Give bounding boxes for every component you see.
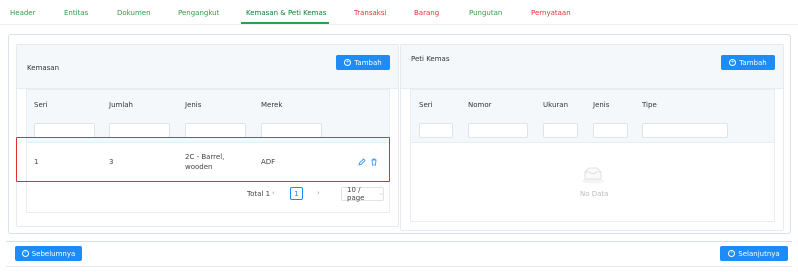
footer-divider [6,241,792,242]
filter-jenis-input[interactable] [593,123,628,138]
filter-seri-input[interactable] [419,123,453,138]
filter-jenis-input[interactable] [185,123,246,138]
arrow-right-circle-icon: › [728,250,736,257]
tab-pungutan[interactable]: Pungutan [469,9,502,17]
kemasan-add-button[interactable]: + Tambah [336,55,390,70]
page-size-label: 10 / page [347,186,365,202]
previous-label: Sebelumnya [31,249,76,258]
col-jenis: Jenis [593,101,610,109]
col-seri: Seri [34,101,48,109]
col-jumlah: Jumlah [109,101,133,109]
peti-kemas-header: Peti Kemas + Tambah [401,45,783,89]
col-tipe: Tipe [642,101,657,109]
empty-text: No Data [580,190,609,198]
peti-kemas-panel: Peti Kemas + Tambah Seri Nomor Ukuran Je… [400,44,784,231]
kemasan-table-head: Seri Jumlah Jenis Merek [27,90,389,143]
tab-dokumen[interactable]: Dokumen [117,9,151,17]
col-nomor: Nomor [468,101,492,109]
previous-button[interactable]: ‹ Sebelumnya [15,246,82,261]
pagination-total: Total 1 [247,190,271,198]
filter-tipe-input[interactable] [642,123,728,138]
tab-pengangkut[interactable]: Pengangkut [178,9,219,17]
tab-header[interactable]: Header [10,9,36,17]
filter-seri-input[interactable] [34,123,95,138]
peti-kemas-add-button[interactable]: + Tambah [721,55,775,70]
col-merek: Merek [261,101,283,109]
peti-kemas-table: Seri Nomor Ukuran Jenis Tipe No Data [410,89,775,222]
kemasan-title: Kemasan [27,64,60,72]
col-seri: Seri [419,101,433,109]
chevron-right-icon[interactable]: › [317,189,320,197]
empty-box-icon [582,167,604,184]
kemasan-header: Kemasan + Tambah [17,45,398,89]
tab-barang[interactable]: Barang [414,9,439,17]
peti-kemas-title: Peti Kemas [411,55,450,63]
tab-entitas[interactable]: Entitas [64,9,88,17]
selected-row-highlight [16,137,390,182]
footer-bottom-divider [6,266,792,267]
tab-bar: Header Entitas Dokumen Pengangkut Kemasa… [0,0,798,26]
chevron-left-icon[interactable]: ‹ [272,189,275,197]
page-button-1[interactable]: 1 [290,187,303,200]
next-label: Selanjutnya [738,249,780,258]
page-size-select[interactable]: 10 / page ⌵ [341,186,384,202]
kemasan-panel: Kemasan + Tambah Seri Jumlah Jenis Merek… [16,44,399,227]
tab-pernyataan[interactable]: Pernyataan [531,9,571,17]
next-button[interactable]: › Selanjutnya [720,246,788,261]
kemasan-add-label: Tambah [354,58,382,67]
main-container: Kemasan + Tambah Seri Jumlah Jenis Merek… [8,34,791,234]
col-jenis: Jenis [185,101,202,109]
filter-merek-input[interactable] [261,123,322,138]
tab-divider [0,24,798,25]
arrow-left-circle-icon: ‹ [21,250,29,257]
tab-transaksi[interactable]: Transaksi [354,9,386,17]
peti-kemas-table-head: Seri Nomor Ukuran Jenis Tipe [411,90,774,143]
plus-circle-icon: + [729,59,737,66]
chevron-down-icon: ⌵ [379,191,383,197]
plus-circle-icon: + [344,59,352,66]
filter-ukuran-input[interactable] [543,123,578,138]
filter-jumlah-input[interactable] [109,123,170,138]
filter-nomor-input[interactable] [468,123,528,138]
peti-kemas-add-label: Tambah [739,58,767,67]
tab-kemasan-peti-kemas[interactable]: Kemasan & Peti Kemas [246,9,326,17]
col-ukuran: Ukuran [543,101,569,109]
